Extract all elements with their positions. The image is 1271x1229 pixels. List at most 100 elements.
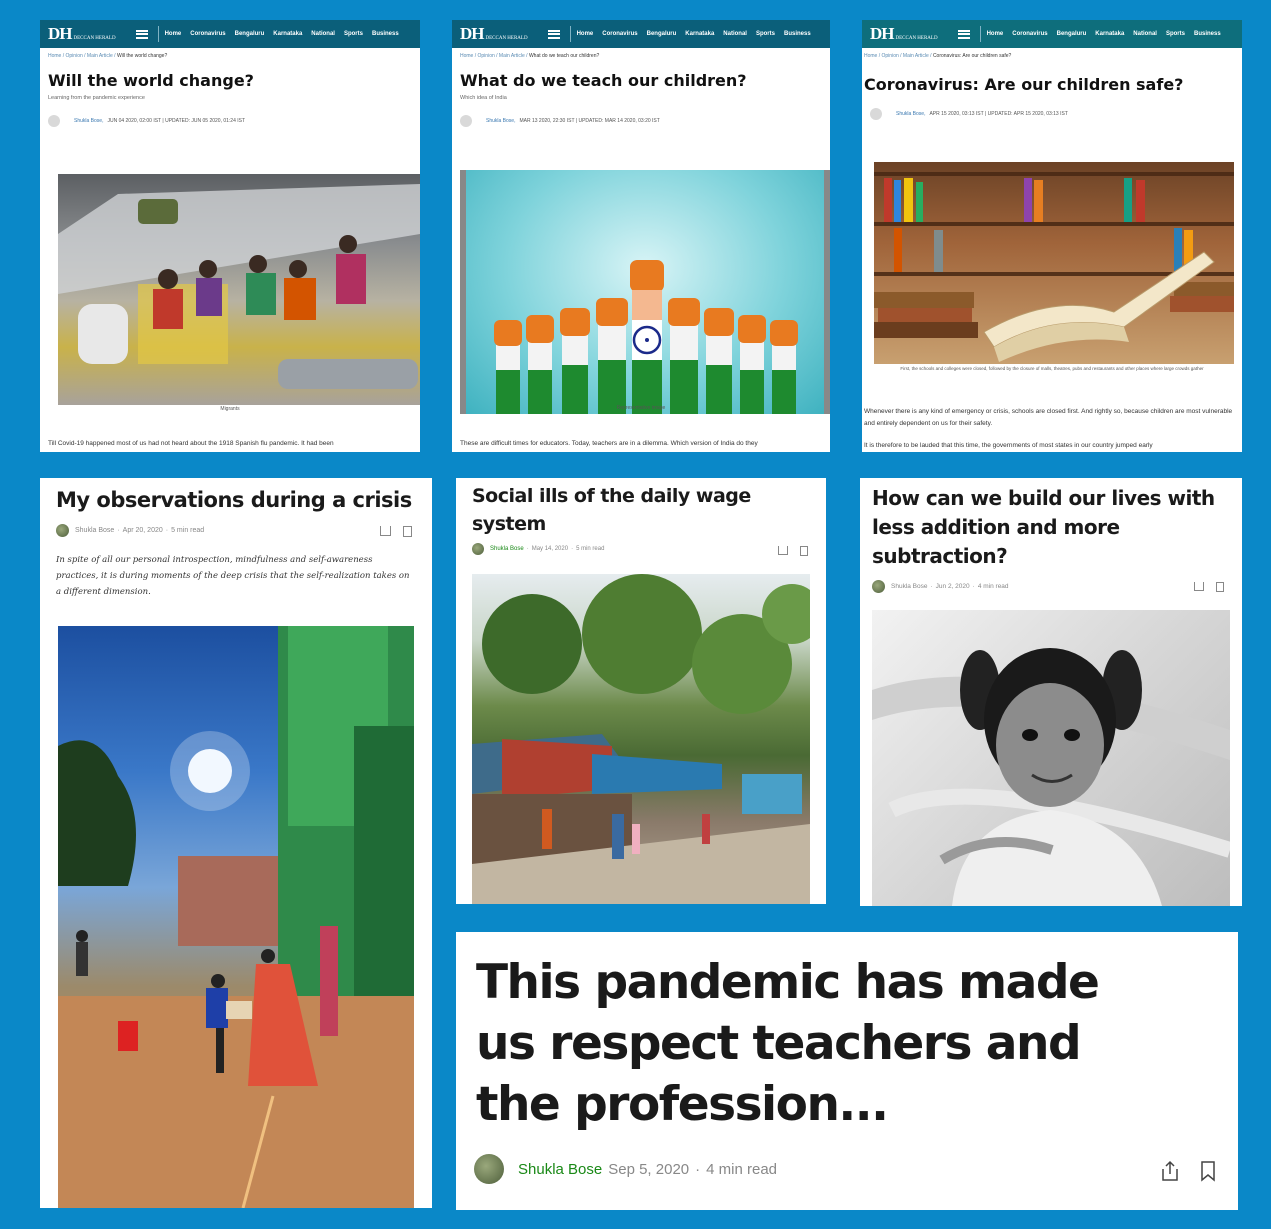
nav-karnataka[interactable]: Karnataka <box>1095 31 1124 37</box>
article-dates: MAR 13 2020, 22:30 IST | UPDATED: MAR 14… <box>519 118 660 124</box>
migrants-photo-art <box>58 184 420 389</box>
byline: Shukla Bose · Jun 2, 2020 · 4 min read <box>872 580 1009 593</box>
nav-coronavirus[interactable]: Coronavirus <box>602 31 637 37</box>
article-actions <box>1194 582 1224 592</box>
bookmark-icon[interactable] <box>1200 1160 1216 1182</box>
hamburger-menu-icon[interactable] <box>957 29 970 39</box>
raised-fists-photo <box>460 170 830 414</box>
author-link[interactable]: Shukla Bose <box>891 583 928 590</box>
byline: Shukla Bose Sep 5, 2020 · 4 min read <box>474 1154 777 1184</box>
nav-business[interactable]: Business <box>784 31 811 37</box>
share-icon[interactable] <box>380 526 391 536</box>
read-time: 4 min read <box>706 1160 778 1178</box>
avatar[interactable] <box>474 1154 504 1184</box>
photo-caption: First, the schools and colleges were clo… <box>900 366 1204 371</box>
publish-date: May 14, 2020 <box>531 546 569 552</box>
byline: Shukla Bose · Apr 20, 2020 · 5 min read <box>56 524 204 537</box>
article-card-children-safe[interactable]: DH DECCAN HERALD Home Coronavirus Bengalu… <box>862 20 1242 452</box>
breadcrumb: Home / Opinion / Main Article / Coronavi… <box>864 53 1012 59</box>
article-subtitle: Which idea of India <box>460 95 507 101</box>
bookmark-icon[interactable] <box>800 546 808 556</box>
article-card-respect-teachers[interactable]: This pandemic has made us respect teache… <box>456 932 1238 1210</box>
nav-divider <box>979 26 981 42</box>
article-dates: APR 15 2020, 03:13 IST | UPDATED: APR 15… <box>929 111 1068 117</box>
bookmark-icon[interactable] <box>1216 582 1224 592</box>
article-title: This pandemic has made us respect teache… <box>476 955 1100 1132</box>
nav-home[interactable]: Home <box>577 31 594 37</box>
girl-portrait-photo <box>872 610 1233 906</box>
nav-bengaluru[interactable]: Bengaluru <box>235 31 265 37</box>
article-card-world-change[interactable]: DH DECCAN HERALD Home Coronavirus Bengalu… <box>40 20 420 452</box>
nav-sports[interactable]: Sports <box>1166 31 1185 37</box>
article-paragraph: Whenever there is any kind of emergency … <box>864 408 1233 427</box>
article-card-observations[interactable]: My observations during a crisis Shukla B… <box>40 478 432 1208</box>
crumb-main-article[interactable]: Main Article <box>499 53 525 59</box>
girl-portrait-art <box>872 648 1233 906</box>
article-title: Will the world change? <box>48 71 254 90</box>
crumb-home[interactable]: Home <box>48 53 61 59</box>
byline: Shukla Bose · May 14, 2020 · 5 min read <box>472 543 604 555</box>
nav-sports[interactable]: Sports <box>756 31 775 37</box>
hamburger-menu-icon[interactable] <box>135 29 148 39</box>
crumb-opinion[interactable]: Opinion <box>478 53 495 59</box>
school-ground-art <box>58 626 414 1208</box>
article-paragraph: It is therefore to be lauded that this t… <box>864 442 1153 449</box>
dh-logo[interactable]: DH DECCAN HERALD <box>48 24 116 44</box>
crumb-home[interactable]: Home <box>460 53 473 59</box>
dh-nav-links: Home Coronavirus Bengaluru Karnataka Nat… <box>987 31 1221 37</box>
nav-karnataka[interactable]: Karnataka <box>685 31 714 37</box>
crumb-opinion[interactable]: Opinion <box>882 53 899 59</box>
separator-dot: · <box>526 546 529 552</box>
slum-photo-art <box>472 574 822 904</box>
author-link[interactable]: Shukla Bose, <box>896 111 925 117</box>
article-card-teach-children[interactable]: DH DECCAN HERALD Home Coronavirus Bengalu… <box>452 20 830 452</box>
dh-nav-links: Home Coronavirus Bengaluru Karnataka Nat… <box>165 31 399 37</box>
author-link[interactable]: Shukla Bose, <box>486 118 515 124</box>
avatar <box>870 108 882 120</box>
books-photo-art <box>874 172 1234 362</box>
dh-navbar: DH DECCAN HERALD Home Coronavirus Bengalu… <box>40 20 420 48</box>
nav-national[interactable]: National <box>723 31 747 37</box>
nav-bengaluru[interactable]: Bengaluru <box>1057 31 1087 37</box>
nav-coronavirus[interactable]: Coronavirus <box>1012 31 1047 37</box>
author-link[interactable]: Shukla Bose <box>518 1161 602 1178</box>
author-link[interactable]: Shukla Bose <box>490 546 524 552</box>
nav-national[interactable]: National <box>311 31 335 37</box>
nav-bengaluru[interactable]: Bengaluru <box>647 31 677 37</box>
article-actions <box>380 526 412 537</box>
nav-business[interactable]: Business <box>1194 31 1221 37</box>
hamburger-menu-icon[interactable] <box>547 29 560 39</box>
nav-karnataka[interactable]: Karnataka <box>273 31 302 37</box>
nav-home[interactable]: Home <box>165 31 182 37</box>
article-title: How can we build our lives with less add… <box>872 486 1215 568</box>
author-link[interactable]: Shukla Bose <box>75 527 114 534</box>
publish-date: Apr 20, 2020 <box>122 527 163 534</box>
nav-sports[interactable]: Sports <box>344 31 363 37</box>
bookmark-icon[interactable] <box>403 526 412 537</box>
avatar[interactable] <box>56 524 69 537</box>
dh-logo[interactable]: DH DECCAN HERALD <box>460 24 528 44</box>
article-body: These are difficult times for educators.… <box>460 440 758 447</box>
crumb-main-article[interactable]: Main Article <box>87 53 113 59</box>
article-actions <box>778 546 808 556</box>
nav-national[interactable]: National <box>1133 31 1157 37</box>
author-link[interactable]: Shukla Bose, <box>74 118 103 124</box>
byline: Shukla Bose, APR 15 2020, 03:13 IST | UP… <box>862 108 1242 120</box>
dh-logo[interactable]: DH DECCAN HERALD <box>870 24 938 44</box>
article-card-social-ills[interactable]: Social ills of the daily wage system Shu… <box>456 478 826 904</box>
avatar[interactable] <box>872 580 885 593</box>
crumb-main-article[interactable]: Main Article <box>903 53 929 59</box>
nav-coronavirus[interactable]: Coronavirus <box>190 31 225 37</box>
article-actions <box>1160 1160 1216 1182</box>
nav-home[interactable]: Home <box>987 31 1004 37</box>
share-icon[interactable] <box>1160 1160 1180 1182</box>
nav-business[interactable]: Business <box>372 31 399 37</box>
avatar[interactable] <box>472 543 484 555</box>
dh-navbar: DH DECCAN HERALD Home Coronavirus Bengalu… <box>862 20 1242 48</box>
share-icon[interactable] <box>778 546 788 555</box>
share-icon[interactable] <box>1194 582 1204 591</box>
article-card-subtraction[interactable]: How can we build our lives with less add… <box>860 478 1242 906</box>
byline: Shukla Bose, MAR 13 2020, 22:30 IST | UP… <box>452 115 830 127</box>
crumb-home[interactable]: Home <box>864 53 877 59</box>
crumb-opinion[interactable]: Opinion <box>66 53 83 59</box>
